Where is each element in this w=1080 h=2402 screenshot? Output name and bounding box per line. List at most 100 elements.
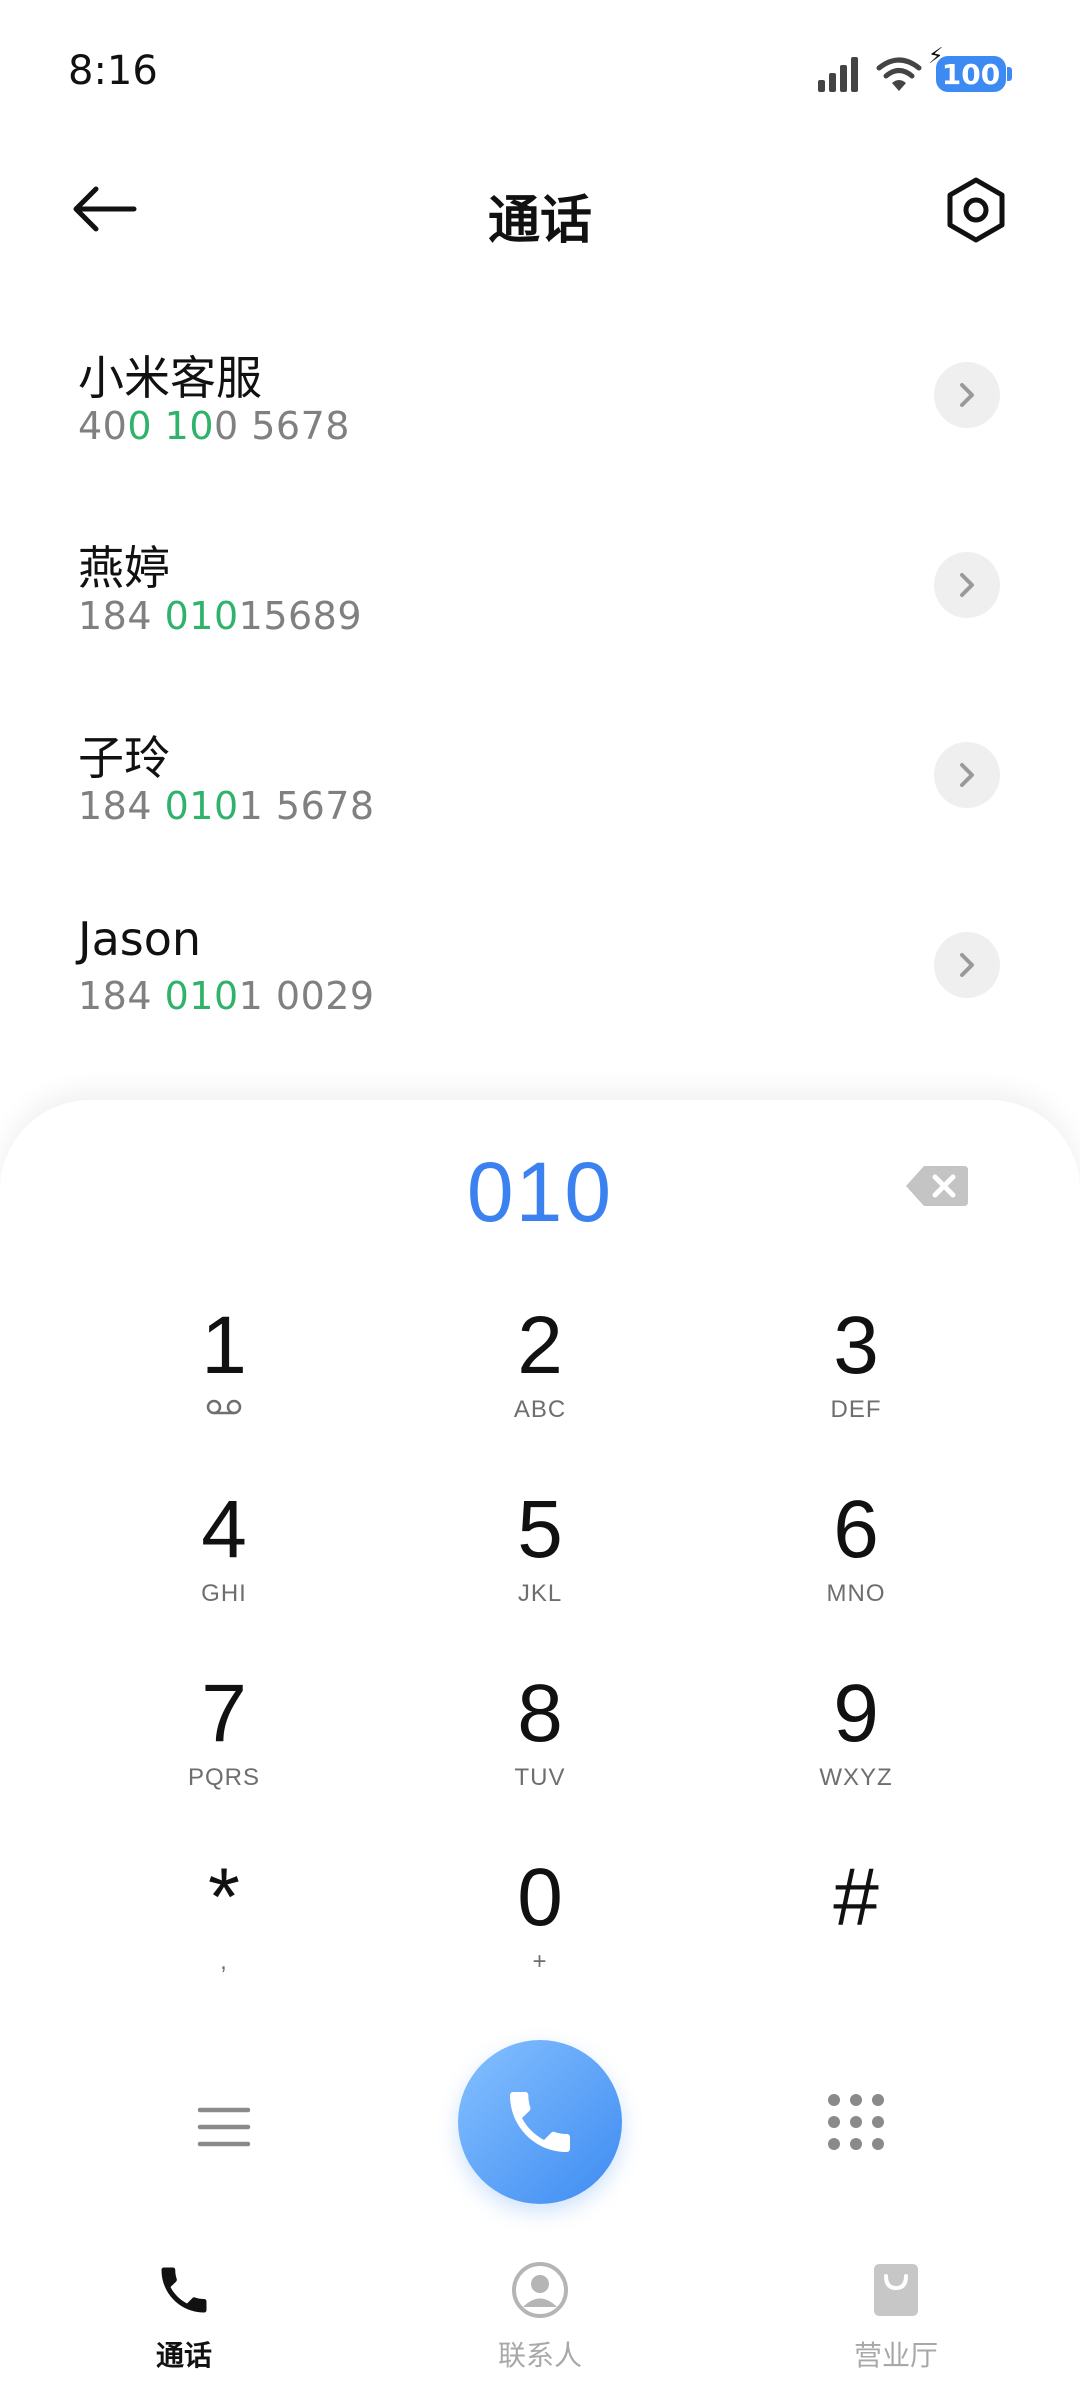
battery-level: 100 <box>941 57 1001 91</box>
key-digit: 0 <box>517 1852 563 1943</box>
contact-detail-button[interactable] <box>934 552 1000 618</box>
header: 通话 <box>0 150 1080 270</box>
number-match: 0 <box>127 404 153 448</box>
key-2[interactable]: 2 ABC <box>390 1300 690 1470</box>
key-digit: 2 <box>517 1300 563 1391</box>
contact-number: 184 01015689 <box>78 594 362 638</box>
chevron-right-icon <box>960 763 974 787</box>
contact-row[interactable]: Jason 184 0101 0029 <box>0 870 1080 1060</box>
key-digit: 8 <box>517 1668 563 1759</box>
key-letters: DEF <box>830 1396 882 1423</box>
charging-icon: ⚡ <box>928 44 944 69</box>
number-segment: 40 <box>78 404 128 448</box>
number-segment: 184 <box>78 594 165 638</box>
voicemail-icon <box>74 1396 374 1424</box>
contact-number: 184 0101 5678 <box>78 784 375 828</box>
key-8[interactable]: 8 TUV <box>390 1668 690 1838</box>
key-digit: 1 <box>201 1300 247 1391</box>
contact-name: 小米客服 <box>78 351 262 405</box>
key-7[interactable]: 7 PQRS <box>74 1668 374 1838</box>
contact-detail-button[interactable] <box>934 742 1000 808</box>
contact-name: 燕婷 <box>78 541 170 595</box>
shopping-bag-icon <box>874 2264 918 2316</box>
chevron-right-icon <box>960 573 974 597</box>
status-icons: ⚡ 100 <box>816 44 1012 96</box>
dialpad-grid-icon <box>828 2094 884 2150</box>
contact-number: 400 100 5678 <box>78 404 350 448</box>
key-letters: JKL <box>517 1580 563 1607</box>
key-digit: 6 <box>833 1484 879 1575</box>
key-letters: TUV <box>514 1764 566 1791</box>
key-4[interactable]: 4 GHI <box>74 1484 374 1654</box>
signal-icon <box>818 57 858 92</box>
number-match: 10 <box>164 404 214 448</box>
settings-button[interactable] <box>938 172 1014 248</box>
dialpad-actions <box>0 2030 1080 2210</box>
menu-icon <box>197 2107 251 2147</box>
key-digit: 5 <box>517 1484 563 1575</box>
number-segment: 184 <box>78 974 165 1018</box>
contact-name: Jason <box>78 912 202 966</box>
number-match: 010 <box>164 974 239 1018</box>
contact-detail-button[interactable] <box>934 362 1000 428</box>
call-button[interactable] <box>458 2040 622 2204</box>
contact-list: 小米客服 400 100 5678 燕婷 184 01015689 子玲 184… <box>0 300 1080 1060</box>
status-bar: 8:16 ⚡ 100 <box>0 0 1080 150</box>
key-letters: ABC <box>513 1396 567 1423</box>
phone-icon <box>161 2267 207 2313</box>
nav-tab-service-hall[interactable]: 营业厅 <box>776 2260 1016 2374</box>
key-9[interactable]: 9 WXYZ <box>706 1668 1006 1838</box>
key-letters: GHI <box>201 1580 247 1607</box>
number-segment: 0 5678 <box>214 404 350 448</box>
contact-row[interactable]: 燕婷 184 01015689 <box>0 490 1080 680</box>
key-0[interactable]: 0 + <box>390 1852 690 2022</box>
wifi-icon <box>876 57 922 91</box>
dialpad-toggle-button[interactable] <box>826 2092 886 2152</box>
number-segment: 1 0029 <box>238 974 375 1018</box>
number-segment: 1 5678 <box>238 784 375 828</box>
person-icon <box>512 2262 568 2318</box>
key-digit: 9 <box>833 1668 879 1759</box>
page-title: 通话 <box>487 191 592 251</box>
key-star[interactable]: * , <box>74 1852 374 2022</box>
key-3[interactable]: 3 DEF <box>706 1300 1006 1470</box>
chevron-right-icon <box>960 953 974 977</box>
backspace-button[interactable] <box>904 1162 972 1210</box>
key-letters: PQRS <box>187 1764 260 1791</box>
key-digit: * <box>208 1852 240 1943</box>
nav-tab-calls[interactable]: 通话 <box>64 2260 304 2374</box>
number-segment: 184 <box>78 784 165 828</box>
number-segment: 15689 <box>238 594 363 638</box>
nav-tab-contacts[interactable]: 联系人 <box>420 2260 660 2374</box>
number-match: 010 <box>164 594 239 638</box>
chevron-right-icon <box>960 383 974 407</box>
key-5[interactable]: 5 JKL <box>390 1484 690 1654</box>
gear-icon <box>947 177 1005 243</box>
contact-detail-button[interactable] <box>934 932 1000 998</box>
backspace-icon <box>906 1166 968 1206</box>
number-segment <box>152 404 165 448</box>
key-digit: 4 <box>201 1484 247 1575</box>
key-digit: # <box>833 1852 879 1943</box>
number-match: 010 <box>164 784 239 828</box>
key-digit: 7 <box>201 1668 247 1759</box>
contact-row[interactable]: 小米客服 400 100 5678 <box>0 300 1080 490</box>
contact-name: 子玲 <box>78 731 170 785</box>
nav-label: 联系人 <box>497 2339 582 2372</box>
menu-button[interactable] <box>196 2102 252 2152</box>
battery-indicator: ⚡ 100 <box>928 44 1012 92</box>
dialpad-panel: 010 1 2 ABC 3 DEF 4 GHI 5 JKL 6 MNO 7 PQ… <box>0 1100 1080 2402</box>
bottom-nav: 通话 联系人 营业厅 <box>0 2240 1080 2402</box>
key-6[interactable]: 6 MNO <box>706 1484 1006 1654</box>
status-time: 8:16 <box>68 48 158 94</box>
key-1[interactable]: 1 <box>74 1300 374 1470</box>
nav-label: 营业厅 <box>853 2339 938 2372</box>
nav-label: 通话 <box>155 2339 212 2372</box>
contact-row[interactable]: 子玲 184 0101 5678 <box>0 680 1080 870</box>
key-letters: MNO <box>826 1580 886 1607</box>
key-digit: 3 <box>833 1300 879 1391</box>
contact-number: 184 0101 0029 <box>78 974 375 1018</box>
key-letters: WXYZ <box>819 1764 893 1791</box>
key-letters: + <box>532 1948 548 1975</box>
key-hash[interactable]: # <box>706 1852 1006 2022</box>
